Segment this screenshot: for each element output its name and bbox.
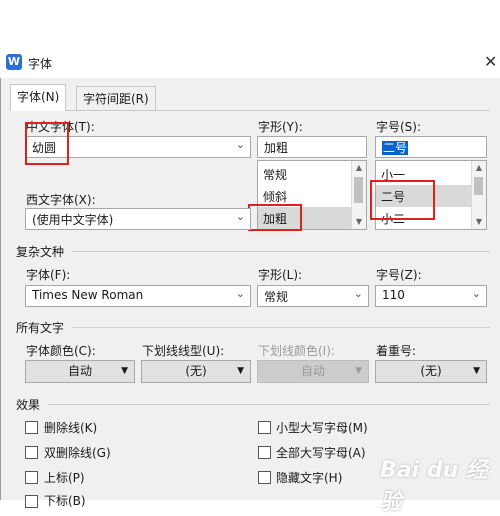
group-divider: [48, 404, 490, 405]
scroll-up-icon[interactable]: ▲: [352, 161, 366, 175]
strikethrough-checkbox[interactable]: [25, 421, 38, 434]
size-scrollbar[interactable]: ▲ ▼: [471, 161, 486, 229]
scroll-down-icon[interactable]: ▼: [472, 215, 486, 229]
all-caps-label: 全部大写字母(A): [276, 446, 366, 460]
dropdown-arrow-icon: ▼: [237, 366, 244, 376]
western-font-combobox[interactable]: (使用中文字体) ⌄: [25, 208, 251, 230]
hidden-text-checkbox[interactable]: [258, 471, 271, 484]
font-color-label: 字体颜色(C):: [26, 344, 96, 358]
all-text-section-title: 所有文字: [16, 321, 65, 335]
complex-font-value: Times New Roman: [32, 288, 144, 302]
underline-style-dropdown[interactable]: (无) ▼: [141, 360, 251, 383]
underline-style-value: (无): [185, 364, 207, 378]
complex-font-label: 字体(F):: [26, 268, 71, 282]
underline-color-value: 自动: [300, 364, 325, 378]
complex-size-combobox[interactable]: 110 ⌄: [375, 285, 487, 307]
emphasis-value: (无): [420, 364, 442, 378]
font-color-dropdown[interactable]: 自动 ▼: [25, 360, 135, 383]
highlight-bold: [248, 204, 302, 231]
wps-app-icon: W: [6, 54, 22, 70]
scroll-up-icon[interactable]: ▲: [472, 161, 486, 175]
small-caps-checkbox[interactable]: [258, 421, 271, 434]
size-label: 字号(S):: [376, 120, 422, 134]
style-input[interactable]: 加粗: [257, 136, 367, 158]
small-caps-label: 小型大写字母(M): [276, 421, 368, 435]
hidden-text-label: 隐藏文字(H): [276, 471, 343, 485]
tab-font[interactable]: 字体(N): [10, 84, 67, 111]
subscript-checkbox[interactable]: [25, 495, 38, 508]
underline-style-label: 下划线线型(U):: [142, 344, 225, 358]
superscript-checkbox[interactable]: [25, 471, 38, 484]
complex-style-label: 字形(L):: [258, 268, 303, 282]
double-strikethrough-checkbox[interactable]: [25, 446, 38, 459]
style-scrollbar[interactable]: ▲ ▼: [351, 161, 366, 229]
chevron-down-icon[interactable]: ⌄: [236, 210, 245, 223]
title-bar: [0, 48, 500, 78]
complex-size-value: 110: [382, 288, 405, 302]
size-value-selected: 二号: [382, 141, 409, 155]
dropdown-arrow-icon: ▼: [121, 366, 128, 376]
complex-section-title: 复杂文种: [16, 245, 65, 259]
effects-section-title: 效果: [16, 398, 41, 412]
tab-character-spacing[interactable]: 字符间距(R): [76, 86, 156, 110]
underline-color-dropdown: 自动 ▼: [257, 360, 369, 383]
emphasis-dropdown[interactable]: (无) ▼: [375, 360, 487, 383]
all-caps-checkbox[interactable]: [258, 446, 271, 459]
superscript-label: 上标(P): [44, 471, 85, 485]
tab-divider: [10, 110, 490, 111]
complex-size-label: 字号(Z):: [376, 268, 422, 282]
chevron-down-icon[interactable]: ⌄: [236, 138, 245, 151]
strikethrough-label: 删除线(K): [44, 421, 98, 435]
western-font-value: (使用中文字体): [32, 213, 114, 227]
highlight-chinese-font: [25, 122, 69, 165]
style-option-regular[interactable]: 常规: [258, 163, 366, 185]
subscript-label: 下标(B): [44, 494, 86, 508]
chevron-down-icon[interactable]: ⌄: [236, 287, 245, 300]
size-input[interactable]: 二号: [375, 136, 487, 158]
scroll-thumb[interactable]: [354, 177, 363, 203]
western-font-label: 西文字体(X):: [26, 193, 96, 207]
complex-style-combobox[interactable]: 常规 ⌄: [257, 285, 369, 307]
emphasis-label: 着重号:: [376, 344, 417, 358]
scroll-thumb[interactable]: [474, 177, 483, 195]
scroll-down-icon[interactable]: ▼: [352, 215, 366, 229]
complex-style-value: 常规: [264, 290, 289, 304]
dropdown-arrow-icon: ▼: [473, 366, 480, 376]
baidu-watermark: Bai du 经验: [380, 458, 488, 515]
chevron-down-icon[interactable]: ⌄: [472, 287, 481, 300]
close-icon[interactable]: ✕: [484, 52, 497, 71]
font-color-value: 自动: [67, 364, 92, 378]
dialog-title: 字体: [28, 57, 53, 71]
double-strikethrough-label: 双删除线(G): [44, 446, 111, 460]
style-label: 字形(Y):: [258, 120, 303, 134]
group-divider: [72, 327, 490, 328]
group-divider: [72, 251, 490, 252]
complex-font-combobox[interactable]: Times New Roman ⌄: [25, 285, 251, 307]
dropdown-arrow-icon: ▼: [355, 366, 362, 376]
highlight-size: [370, 180, 435, 220]
chevron-down-icon[interactable]: ⌄: [354, 287, 363, 300]
underline-color-label: 下划线颜色(I):: [258, 344, 335, 358]
